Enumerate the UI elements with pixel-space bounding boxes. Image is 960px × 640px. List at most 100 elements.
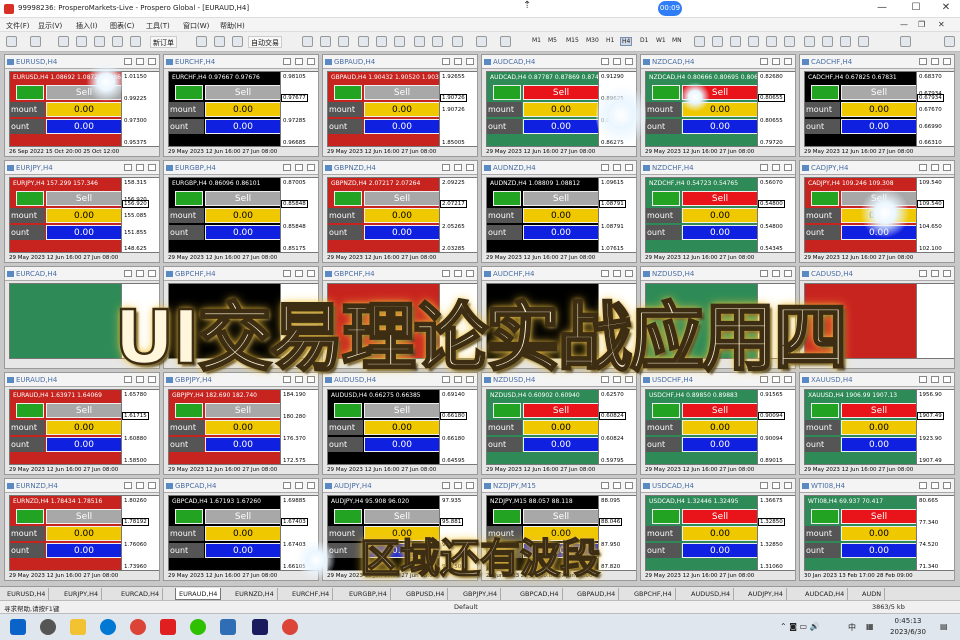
sell-button[interactable]: Sell bbox=[364, 85, 439, 100]
sell-button[interactable]: Sell bbox=[364, 191, 439, 206]
chart-plot[interactable]: GBPJPY,H4 182.690 182.740 Sell mount 0.00 ou… bbox=[168, 389, 281, 465]
window-restore-icon[interactable] bbox=[136, 164, 144, 171]
chart-plot[interactable]: EURGBP,H4 0.86096 0.86101 Sell mount 0.00 ou… bbox=[168, 177, 281, 253]
chart-window[interactable]: EURUSD,H4 EURUSD,H4 1.08692 1.08725 1.086… bbox=[4, 54, 160, 157]
chart-plot[interactable]: CADCHF,H4 0.67825 0.67831 Sell mount 0.00 ou… bbox=[804, 71, 917, 147]
timeframe-w1[interactable]: W1 bbox=[656, 37, 666, 44]
timeframe-mn[interactable]: MN bbox=[672, 37, 682, 44]
chart-window[interactable]: NZDUSD,H4 NZDUSD,H4 0.60902 0.60940 Sell mo… bbox=[481, 372, 637, 475]
chart-plot[interactable]: AUDCAD,H4 0.87787 0.87869 0.87450 Sell mou… bbox=[486, 71, 599, 147]
chart-plot[interactable]: AUDUSD,H4 0.66275 0.66385 Sell mount 0.00 ou… bbox=[327, 389, 440, 465]
chart-window-titlebar[interactable]: NZDCHF,H4 bbox=[641, 161, 795, 175]
window-minimize-icon[interactable] bbox=[283, 482, 291, 489]
candlestick-icon[interactable] bbox=[320, 36, 331, 47]
navigator-icon[interactable] bbox=[94, 36, 105, 47]
tray-lang[interactable]: 中 bbox=[848, 622, 856, 633]
window-restore-icon[interactable] bbox=[454, 58, 462, 65]
chart-window[interactable]: NZDCHF,H4 NZDCHF,H4 0.54723 0.54765 Sell mo… bbox=[640, 160, 796, 263]
window-close-icon[interactable] bbox=[307, 270, 315, 277]
skype-icon[interactable] bbox=[220, 619, 236, 635]
menu-insert[interactable]: 插入(I) bbox=[76, 21, 98, 31]
timeframe-m5[interactable]: M5 bbox=[548, 37, 557, 44]
tab-audusd-h4[interactable]: AUDUSD,H4 bbox=[688, 588, 735, 600]
window-close-icon[interactable] bbox=[943, 164, 951, 171]
window-restore-icon[interactable] bbox=[931, 270, 939, 277]
chart-window-titlebar[interactable]: GBPCAD,H4 bbox=[164, 479, 318, 493]
chart-plot[interactable]: NZDCHF,H4 0.54723 0.54765 Sell mount 0.00 ou… bbox=[645, 177, 758, 253]
bar-chart-icon[interactable] bbox=[302, 36, 313, 47]
chart-window-titlebar[interactable]: NZDJPY,M15 bbox=[482, 479, 636, 493]
sell-button[interactable]: Sell bbox=[841, 85, 916, 100]
fibonacci-icon[interactable] bbox=[804, 36, 815, 47]
sell-button[interactable]: Sell bbox=[205, 191, 280, 206]
chart-window[interactable]: AUDNZD,H4 AUDNZD,H4 1.08809 1.08812 Sell mo… bbox=[481, 160, 637, 263]
child-restore-icon[interactable]: ❐ bbox=[918, 20, 925, 29]
chart-plot[interactable]: USDCHF,H4 0.89850 0.89883 Sell mount 0.00 ou… bbox=[645, 389, 758, 465]
window-close-icon[interactable] bbox=[784, 58, 792, 65]
window-restore-icon[interactable] bbox=[613, 482, 621, 489]
window-close-icon[interactable] bbox=[307, 164, 315, 171]
chart-window[interactable]: GBPJPY,H4 GBPJPY,H4 182.690 182.740 Sell mo… bbox=[163, 372, 319, 475]
window-close-icon[interactable] bbox=[466, 270, 474, 277]
window-restore-icon[interactable] bbox=[931, 482, 939, 489]
window-close-icon[interactable] bbox=[466, 482, 474, 489]
window-close-icon[interactable] bbox=[466, 164, 474, 171]
window-minimize-icon[interactable] bbox=[601, 482, 609, 489]
window-minimize-icon[interactable] bbox=[919, 482, 927, 489]
tab-eurusd-h4[interactable]: EURUSD,H4 bbox=[4, 588, 50, 600]
arrows-icon[interactable] bbox=[858, 36, 869, 47]
chart-window[interactable]: AUDUSD,H4 AUDUSD,H4 0.66275 0.66385 Sell mo… bbox=[322, 372, 478, 475]
timeframe-h4[interactable]: H4 bbox=[620, 37, 633, 46]
chart-window-titlebar[interactable]: WTI08,H4 bbox=[800, 479, 954, 493]
window-restore-icon[interactable] bbox=[295, 58, 303, 65]
chart-window-titlebar[interactable]: AUDCAD,H4 bbox=[482, 55, 636, 69]
sell-button[interactable]: Sell bbox=[523, 85, 598, 100]
window-restore-icon[interactable] bbox=[295, 164, 303, 171]
label-icon[interactable] bbox=[840, 36, 851, 47]
vertical-line-icon[interactable] bbox=[730, 36, 741, 47]
sell-button[interactable]: Sell bbox=[364, 509, 439, 524]
shift-icon[interactable] bbox=[432, 36, 443, 47]
sell-button[interactable]: Sell bbox=[682, 403, 757, 418]
tab-gbpaud-h4[interactable]: GBPAUD,H4 bbox=[574, 588, 620, 600]
window-minimize-icon[interactable] bbox=[124, 164, 132, 171]
menu-help[interactable]: 帮助(H) bbox=[220, 21, 245, 31]
chart-window-titlebar[interactable]: USDCAD,H4 bbox=[641, 479, 795, 493]
sell-button[interactable]: Sell bbox=[205, 85, 280, 100]
chart-window[interactable]: CADCHF,H4 CADCHF,H4 0.67825 0.67831 Sell mo… bbox=[799, 54, 955, 157]
text-icon[interactable] bbox=[822, 36, 833, 47]
meta-editor-icon[interactable] bbox=[196, 36, 207, 47]
tile-windows-icon[interactable] bbox=[394, 36, 405, 47]
window-close-icon[interactable] bbox=[784, 164, 792, 171]
file-explorer-icon[interactable] bbox=[70, 619, 86, 635]
menu-file[interactable]: 文件(F) bbox=[6, 21, 30, 31]
chart-window-titlebar[interactable]: AUDJPY,H4 bbox=[323, 479, 477, 493]
window-restore-icon[interactable] bbox=[136, 58, 144, 65]
timeframe-d1[interactable]: D1 bbox=[640, 37, 648, 44]
chart-window-titlebar[interactable]: CADCHF,H4 bbox=[800, 55, 954, 69]
window-minimize-icon[interactable] bbox=[283, 58, 291, 65]
window-restore-icon[interactable] bbox=[454, 164, 462, 171]
window-restore-icon[interactable] bbox=[772, 482, 780, 489]
windows-start-icon[interactable] bbox=[10, 619, 26, 635]
tab-gbpjpy-h4[interactable]: GBPJPY,H4 bbox=[460, 588, 502, 600]
tab-audjpy-h4[interactable]: AUDJPY,H4 bbox=[745, 588, 787, 600]
window-close-icon[interactable] bbox=[784, 482, 792, 489]
chart-window[interactable]: GBPAUD,H4 GBPAUD,H4 1.90432 1.90520 1.903… bbox=[322, 54, 478, 157]
sell-button[interactable]: Sell bbox=[205, 403, 280, 418]
window-minimize-icon[interactable] bbox=[124, 270, 132, 277]
horizontal-line-icon[interactable] bbox=[748, 36, 759, 47]
cursor-icon[interactable] bbox=[694, 36, 705, 47]
sell-button[interactable]: Sell bbox=[46, 509, 121, 524]
window-close-icon[interactable] bbox=[943, 58, 951, 65]
sell-button[interactable]: Sell bbox=[46, 191, 121, 206]
chart-window-titlebar[interactable]: EURUSD,H4 bbox=[5, 55, 159, 69]
window-restore-icon[interactable] bbox=[772, 58, 780, 65]
chrome-icon[interactable] bbox=[130, 619, 146, 635]
window-minimize-icon[interactable] bbox=[919, 270, 927, 277]
chart-plot[interactable]: EURJPY,H4 157.299 157.346 Sell mount 0.00 ou… bbox=[9, 177, 122, 253]
chart-plot[interactable]: NZDUSD,H4 0.60902 0.60940 Sell mount 0.00 ou… bbox=[486, 389, 599, 465]
sell-button[interactable]: Sell bbox=[205, 509, 280, 524]
tab-gbpchf-h4[interactable]: GBPCHF,H4 bbox=[631, 588, 676, 600]
new-chart-icon[interactable] bbox=[6, 36, 17, 47]
